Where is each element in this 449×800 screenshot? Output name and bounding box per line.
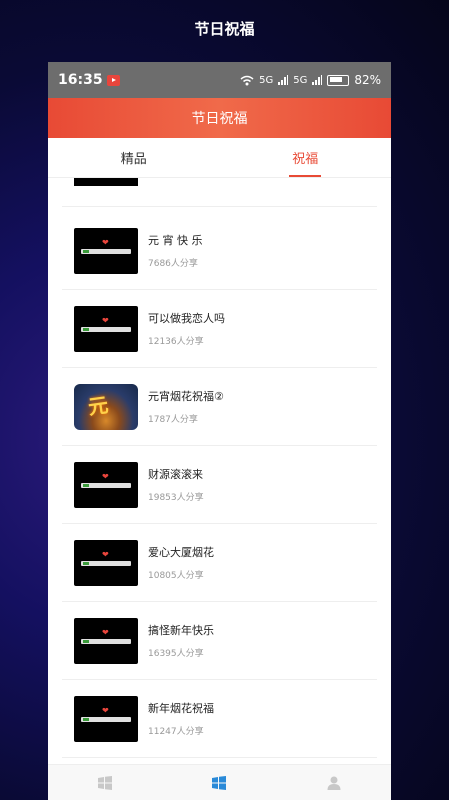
signal-icon — [312, 75, 323, 85]
status-time: 16:35 — [58, 72, 103, 88]
tab-zhufu[interactable]: 祝福 — [220, 138, 392, 177]
network-type-1: 5G — [259, 74, 274, 86]
fireworks-image: 元 — [86, 392, 110, 419]
tab-bar: 精品 祝福 — [48, 138, 391, 178]
nav-home-button[interactable] — [75, 768, 135, 798]
list-item[interactable]: ❤ 可以做我恋人吗 12136人分享 — [62, 290, 377, 368]
wifi-icon — [240, 75, 254, 85]
item-title: 新年烟花祝福 — [148, 702, 214, 715]
list-item[interactable]: ❤ 财源滚滚来 19853人分享 — [62, 446, 377, 524]
battery-icon — [327, 74, 350, 86]
status-bar: 16:35 5G 5G 82% — [48, 62, 391, 98]
share-count: 1787人分享 — [148, 415, 198, 425]
item-title: 财源滚滚来 — [148, 468, 203, 481]
list-item[interactable]: ❤ 新年烟花祝福 11247人分享 — [62, 680, 377, 758]
nav-profile-button[interactable] — [304, 768, 364, 798]
nav-category-button[interactable] — [189, 768, 249, 798]
video-thumbnail[interactable]: ❤ — [74, 305, 138, 352]
network-type-2: 5G — [293, 74, 308, 86]
list-item[interactable]: 元 元宵烟花祝福② 1787人分享 — [62, 368, 377, 446]
signal-icon — [278, 75, 289, 85]
windows-icon — [98, 775, 113, 790]
list-item[interactable]: ❤ 元 宵 快 乐 7686人分享 — [62, 212, 377, 290]
item-title: 元宵烟花祝福② — [148, 390, 224, 403]
video-thumbnail[interactable]: ❤ — [74, 227, 138, 274]
item-title: 可以做我恋人吗 — [148, 312, 225, 325]
fireworks-thumbnail[interactable]: 元 — [74, 383, 138, 430]
bottom-nav — [48, 764, 391, 800]
share-count: 12136人分享 — [148, 337, 204, 347]
share-count: 19853人分享 — [148, 493, 204, 503]
item-title: 搞怪新年快乐 — [148, 624, 214, 637]
user-icon — [327, 776, 341, 790]
share-count: 16395人分享 — [148, 649, 204, 659]
heart-icon: ❤ — [102, 237, 109, 247]
record-icon — [106, 74, 120, 86]
item-title: 元 宵 快 乐 — [148, 234, 203, 247]
battery-percent: 82% — [354, 73, 381, 87]
tab-jingpin[interactable]: 精品 — [48, 138, 220, 177]
video-thumbnail[interactable]: ❤ — [74, 461, 138, 508]
app-bar-title: 节日祝福 — [48, 98, 391, 138]
heart-icon: ❤ — [102, 471, 109, 481]
greeting-list[interactable]: ❤ 元 宵 快 乐 7686人分享 ❤ 可以做我恋人吗 12136人分享 元 元… — [48, 178, 391, 758]
windows-icon — [212, 775, 227, 790]
video-thumbnail[interactable]: ❤ — [74, 539, 138, 586]
heart-icon: ❤ — [102, 315, 109, 325]
page-title: 节日祝福 — [194, 20, 255, 38]
list-item[interactable]: ❤ 搞怪新年快乐 16395人分享 — [62, 602, 377, 680]
item-title: 爱心大厦烟花 — [148, 546, 214, 559]
divider — [62, 206, 377, 207]
share-count: 7686人分享 — [148, 259, 198, 269]
video-thumbnail[interactable]: ❤ — [74, 695, 138, 742]
share-count: 11247人分享 — [148, 727, 204, 737]
heart-icon: ❤ — [102, 627, 109, 637]
heart-icon: ❤ — [102, 705, 109, 715]
share-count: 10805人分享 — [148, 571, 204, 581]
video-thumbnail[interactable] — [74, 178, 138, 186]
heart-icon: ❤ — [102, 549, 109, 559]
video-thumbnail[interactable]: ❤ — [74, 617, 138, 664]
phone-screen: 16:35 5G 5G 82% 节日祝福 精品 祝福 ❤ 元 宵 快 乐 768… — [48, 62, 391, 800]
list-item[interactable]: ❤ 爱心大厦烟花 10805人分享 — [62, 524, 377, 602]
